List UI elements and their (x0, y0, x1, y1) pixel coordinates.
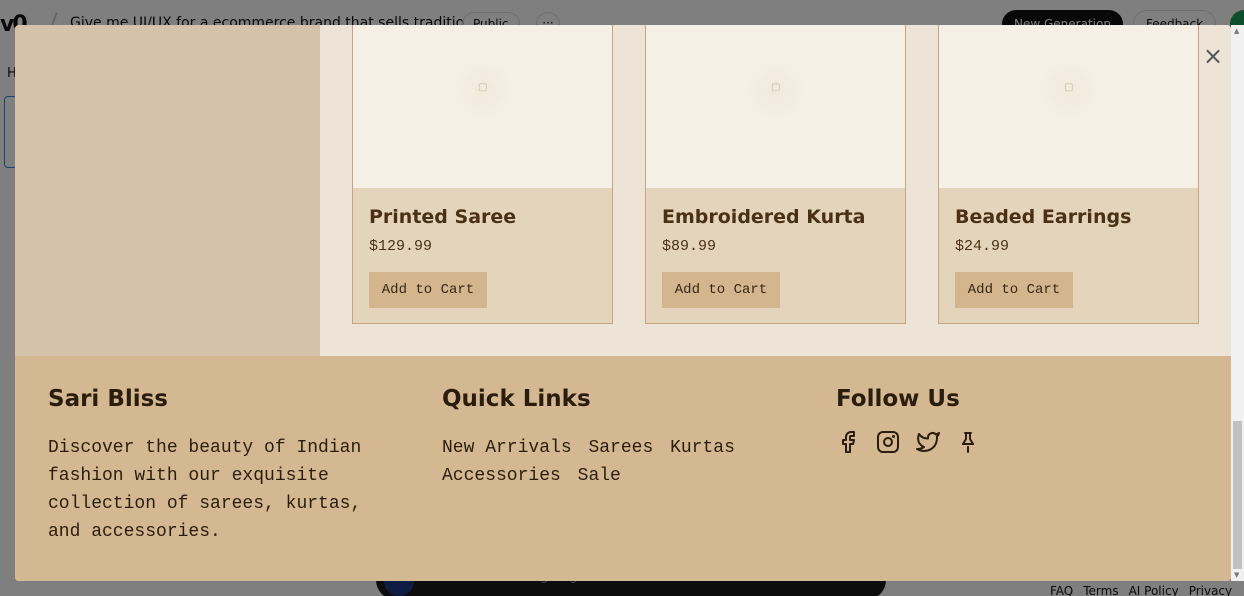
product-card: ▢ Beaded Earrings $24.99 Add to Cart (938, 25, 1199, 324)
facebook-icon[interactable] (836, 430, 860, 454)
quick-link-accessories[interactable]: Accessories (442, 466, 561, 486)
quick-link-sarees[interactable]: Sarees (588, 438, 653, 458)
quick-link-sale[interactable]: Sale (578, 466, 621, 486)
instagram-icon[interactable] (876, 430, 900, 454)
pin-icon[interactable] (956, 430, 980, 454)
product-card: ▢ Printed Saree $129.99 Add to Cart (352, 25, 613, 324)
scroll-thumb[interactable] (1233, 421, 1242, 569)
add-to-cart-button[interactable]: Add to Cart (955, 272, 1073, 308)
hero-side-panel (15, 25, 320, 356)
preview-modal: × ▢ Printed Saree $129.99 Add to Cart ▢ … (15, 25, 1231, 581)
close-button[interactable]: × (1201, 44, 1225, 69)
quick-link-new-arrivals[interactable]: New Arrivals (442, 438, 572, 458)
footer-brand: Sari Bliss (48, 386, 168, 412)
scroll-down-arrow-icon[interactable]: ▼ (1234, 571, 1239, 579)
site-footer: Sari Bliss Discover the beauty of Indian… (15, 356, 1231, 581)
modal-scrollbar[interactable]: ▲ ▼ (1231, 25, 1244, 581)
product-grid: ▢ Printed Saree $129.99 Add to Cart ▢ Em… (320, 25, 1231, 356)
image-placeholder-icon: ▢ (453, 60, 513, 120)
product-image: ▢ (939, 25, 1198, 188)
quick-links-list: New Arrivals Sarees Kurtas Accessories S… (442, 434, 772, 490)
product-card: ▢ Embroidered Kurta $89.99 Add to Cart (645, 25, 906, 324)
follow-us-heading: Follow Us (836, 386, 960, 412)
product-name: Beaded Earrings (955, 206, 1132, 228)
add-to-cart-button[interactable]: Add to Cart (662, 272, 780, 308)
footer-follow-column: Follow Us (836, 386, 980, 454)
product-price: $129.99 (369, 238, 433, 255)
quick-link-kurtas[interactable]: Kurtas (670, 438, 735, 458)
footer-about-column: Sari Bliss Discover the beauty of Indian… (48, 386, 388, 546)
product-price: $24.99 (955, 238, 1010, 255)
twitter-icon[interactable] (916, 430, 940, 454)
social-links (836, 430, 980, 454)
add-to-cart-button[interactable]: Add to Cart (369, 272, 487, 308)
quick-links-heading: Quick Links (442, 386, 591, 412)
product-name: Embroidered Kurta (662, 206, 866, 228)
image-placeholder-icon: ▢ (1039, 60, 1099, 120)
footer-about-text: Discover the beauty of Indian fashion wi… (48, 438, 362, 542)
image-placeholder-icon: ▢ (746, 60, 806, 120)
footer-quick-links-column: Quick Links New Arrivals Sarees Kurtas A… (442, 386, 772, 490)
product-image: ▢ (353, 25, 612, 188)
product-price: $89.99 (662, 238, 717, 255)
product-image: ▢ (646, 25, 905, 188)
scroll-up-arrow-icon[interactable]: ▲ (1234, 27, 1239, 35)
product-name: Printed Saree (369, 206, 517, 228)
